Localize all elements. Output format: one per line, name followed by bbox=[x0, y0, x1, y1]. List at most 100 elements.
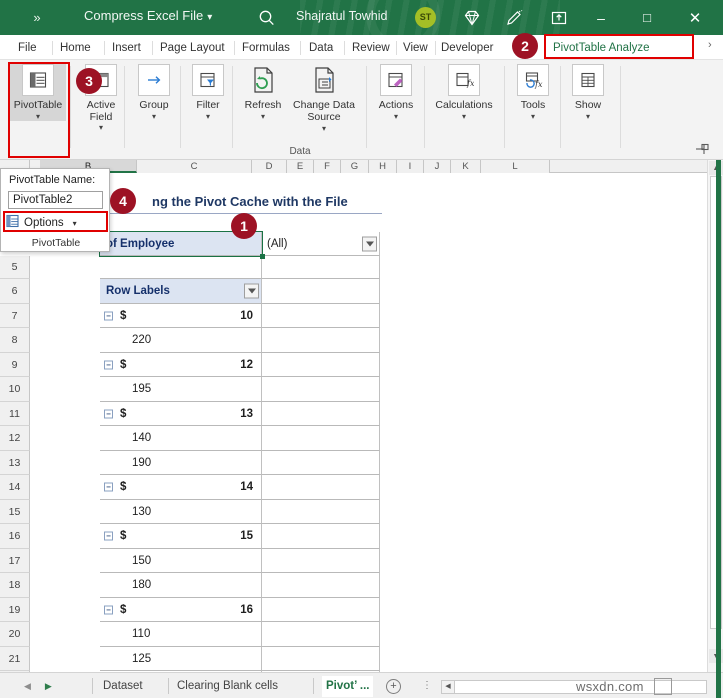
options-button[interactable]: Options ▾ bbox=[6, 214, 106, 232]
row-header-21[interactable]: 21 bbox=[0, 647, 30, 671]
ribbon-button-change-data-source[interactable]: Change Data Source ▾ bbox=[290, 64, 358, 133]
chevron-down-icon[interactable]: ▾ bbox=[152, 112, 156, 121]
chevron-down-icon[interactable]: ▾ bbox=[322, 124, 326, 133]
cell-b18-detail[interactable]: 180 bbox=[100, 573, 262, 598]
filter-dropdown-icon[interactable] bbox=[362, 236, 377, 251]
tab-formulas[interactable]: Formulas bbox=[242, 38, 290, 58]
column-header-h[interactable]: H bbox=[369, 160, 397, 173]
row-header-7[interactable]: 7 bbox=[0, 304, 30, 328]
row-header-5[interactable]: 5 bbox=[0, 256, 30, 279]
row-header-19[interactable]: 19 bbox=[0, 598, 30, 622]
tab-review[interactable]: Review bbox=[352, 38, 390, 58]
cell-c19[interactable] bbox=[262, 598, 380, 622]
tab-data[interactable]: Data bbox=[309, 38, 333, 58]
row-header-6[interactable]: 6 bbox=[0, 279, 30, 304]
chevron-down-icon[interactable]: ▾ bbox=[462, 112, 466, 121]
tab-page-layout[interactable]: Page Layout bbox=[160, 38, 225, 58]
cell-c15[interactable] bbox=[262, 500, 380, 524]
collapse-toggle-icon[interactable]: − bbox=[104, 409, 113, 418]
cell-b7-group[interactable]: − $ 10 bbox=[100, 304, 262, 328]
cell-c14[interactable] bbox=[262, 475, 380, 500]
search-icon[interactable] bbox=[256, 8, 278, 28]
collapse-toggle-icon[interactable]: − bbox=[104, 531, 113, 541]
row-header-16[interactable]: 16 bbox=[0, 524, 30, 549]
cell-b21-detail[interactable]: 125 bbox=[100, 647, 262, 671]
column-header-j[interactable]: J bbox=[424, 160, 451, 173]
collapse-toggle-icon[interactable]: − bbox=[104, 311, 113, 320]
tab-home[interactable]: Home bbox=[60, 38, 91, 58]
filter-field-cell[interactable]: of Employee bbox=[100, 232, 262, 256]
horizontal-scrollbar[interactable]: ◀ bbox=[441, 680, 707, 694]
chevron-down-icon[interactable]: ▾ bbox=[531, 112, 535, 121]
cell-c8[interactable] bbox=[262, 328, 380, 353]
chevron-down-icon[interactable]: ▾ bbox=[261, 112, 265, 121]
cell-b12-detail[interactable]: 140 bbox=[100, 426, 262, 451]
chevron-down-icon[interactable]: ▾ bbox=[73, 219, 77, 228]
chevron-down-icon[interactable]: ▾ bbox=[36, 112, 40, 121]
tab-pivottable-analyze[interactable]: PivotTable Analyze bbox=[553, 38, 650, 58]
collapse-toggle-icon[interactable]: − bbox=[104, 605, 113, 614]
ribbon-button-show[interactable]: Show ▾ bbox=[566, 64, 610, 121]
ribbon-button-active-field[interactable]: Active Field bbox=[76, 64, 126, 123]
user-name[interactable]: Shajratul Towhid bbox=[296, 9, 388, 23]
cell-b10-detail[interactable]: 195 bbox=[100, 377, 262, 402]
cell-b8-detail[interactable]: 220 bbox=[100, 328, 262, 353]
active-field-caret[interactable]: ▾ bbox=[76, 122, 126, 132]
dialog-launcher-icon[interactable] bbox=[695, 143, 709, 156]
tab-insert[interactable]: Insert bbox=[112, 38, 141, 58]
chevron-down-icon[interactable]: ▾ bbox=[206, 112, 210, 121]
maximize-button[interactable]: □ bbox=[624, 0, 670, 35]
tab-overflow-chevron-right-icon[interactable]: › bbox=[708, 39, 712, 51]
row-header-14[interactable]: 14 bbox=[0, 475, 30, 500]
cell-c7[interactable] bbox=[262, 304, 380, 328]
row-header-15[interactable]: 15 bbox=[0, 500, 30, 524]
row-header-9[interactable]: 9 bbox=[0, 353, 30, 377]
sheet-prev-caret-left-icon[interactable]: ◀ bbox=[24, 681, 31, 692]
row-header-8[interactable]: 8 bbox=[0, 328, 30, 353]
cell-c13[interactable] bbox=[262, 451, 380, 475]
column-header-i[interactable]: I bbox=[397, 160, 424, 173]
column-header-d[interactable]: D bbox=[252, 160, 287, 173]
cell-b6-row-labels[interactable]: Row Labels bbox=[100, 279, 262, 304]
cell-c12[interactable] bbox=[262, 426, 380, 451]
cell-b16-group[interactable]: − $ 15 bbox=[100, 524, 262, 549]
row-header-20[interactable]: 20 bbox=[0, 622, 30, 647]
row-header-12[interactable]: 12 bbox=[0, 426, 30, 451]
cell-c10[interactable] bbox=[262, 377, 380, 402]
ribbon-button-calculations[interactable]: fx Calculations ▾ bbox=[428, 64, 500, 121]
ribbon-button-filter[interactable]: Filter ▾ bbox=[186, 64, 230, 121]
sheet-tab-clearing-blank-cells[interactable]: Clearing Blank cells bbox=[177, 676, 278, 697]
cell-b14-group[interactable]: − $ 14 bbox=[100, 475, 262, 500]
ribbon-button-refresh[interactable]: Refresh ▾ bbox=[238, 64, 288, 121]
minimize-button[interactable]: – bbox=[578, 0, 624, 35]
cell-b19-group[interactable]: − $ 16 bbox=[100, 598, 262, 622]
cell-c9[interactable] bbox=[262, 353, 380, 377]
chevron-down-icon[interactable]: ▾ bbox=[394, 112, 398, 121]
sheet-tab-dataset[interactable]: Dataset bbox=[103, 676, 143, 697]
row-header-13[interactable]: 13 bbox=[0, 451, 30, 475]
row-header-10[interactable]: 10 bbox=[0, 377, 30, 402]
avatar[interactable]: ST bbox=[415, 7, 436, 28]
sheet-tab-pivot[interactable]: Pivot’ ... bbox=[322, 676, 374, 697]
chevron-down-icon[interactable]: ▾ bbox=[99, 123, 103, 132]
filter-value-cell[interactable]: (All) bbox=[262, 232, 380, 256]
cell-c6[interactable] bbox=[262, 279, 380, 304]
pivottable-name-input[interactable] bbox=[8, 191, 103, 209]
column-header-k[interactable]: K bbox=[451, 160, 481, 173]
ribbon-button-pivottable[interactable]: PivotTable ▾ bbox=[10, 64, 66, 121]
row-header-18[interactable]: 18 bbox=[0, 573, 30, 598]
collapse-toggle-icon[interactable]: − bbox=[104, 482, 113, 492]
column-header-f[interactable]: F bbox=[314, 160, 341, 173]
quick-access-chevron-icon[interactable]: » bbox=[24, 9, 50, 27]
ribbon-button-group[interactable]: Group ▾ bbox=[130, 64, 178, 121]
tab-developer[interactable]: Developer bbox=[441, 38, 493, 58]
cell-b9-group[interactable]: − $ 12 bbox=[100, 353, 262, 377]
cell-b13-detail[interactable]: 190 bbox=[100, 451, 262, 475]
cell-b17-detail[interactable]: 150 bbox=[100, 549, 262, 573]
ribbon-button-actions[interactable]: Actions ▾ bbox=[372, 64, 420, 121]
cell-c11[interactable] bbox=[262, 402, 380, 426]
tab-file[interactable]: File bbox=[18, 38, 37, 58]
ribbon-button-tools[interactable]: fx Tools ▾ bbox=[510, 64, 556, 121]
column-header-c[interactable]: C bbox=[137, 160, 252, 173]
chevron-down-icon[interactable]: ▾ bbox=[207, 12, 212, 23]
